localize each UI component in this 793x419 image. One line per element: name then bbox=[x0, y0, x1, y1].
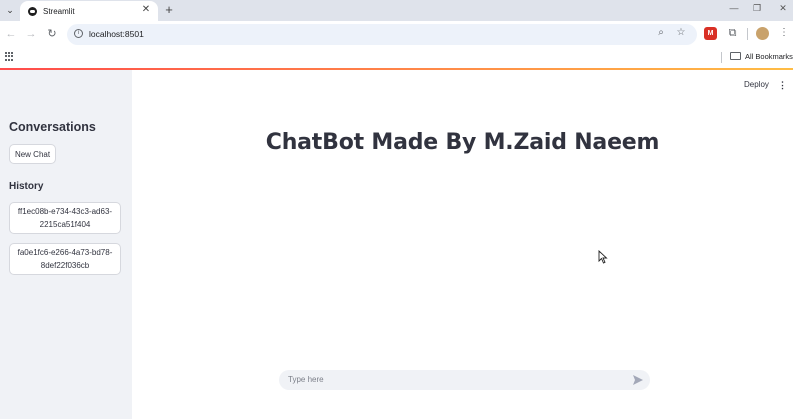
apps-icon[interactable] bbox=[5, 52, 14, 61]
zoom-icon[interactable]: ⌕ bbox=[654, 27, 668, 38]
folder-icon[interactable] bbox=[730, 52, 741, 60]
back-icon[interactable]: ← bbox=[4, 27, 18, 41]
sidebar-title: Conversations bbox=[9, 120, 96, 134]
history-item-button[interactable]: ff1ec08b-e734-43c3-ad63-2215ca51f404 bbox=[9, 202, 121, 234]
close-window-icon[interactable]: ✕ bbox=[776, 3, 790, 14]
bookmarks-bar: All Bookmarks bbox=[0, 48, 793, 68]
minimize-icon[interactable]: — bbox=[727, 3, 741, 13]
browser-toolbar: ← → ↻ i localhost:8501 ⌕ ☆ M ⧉ ⋮ bbox=[0, 21, 793, 48]
info-icon[interactable]: i bbox=[74, 29, 83, 38]
page-title: ChatBot Made By M.Zaid Naeem bbox=[265, 130, 660, 155]
chat-input[interactable]: Type here bbox=[279, 370, 650, 390]
all-bookmarks-link[interactable]: All Bookmarks bbox=[745, 52, 793, 61]
more-icon[interactable]: ⋮ bbox=[779, 27, 789, 38]
new-tab-button[interactable]: + bbox=[162, 2, 176, 17]
new-chat-button[interactable]: New Chat bbox=[9, 144, 56, 164]
deploy-button[interactable]: Deploy bbox=[744, 80, 769, 89]
mouse-cursor-icon bbox=[598, 250, 608, 264]
main-area: Deploy ⋮ ChatBot Made By M.Zaid Naeem Ty… bbox=[132, 70, 793, 419]
address-bar[interactable]: i localhost:8501 ⌕ ☆ bbox=[67, 24, 697, 45]
reload-icon[interactable]: ↻ bbox=[45, 27, 59, 41]
forward-icon[interactable]: → bbox=[24, 27, 38, 41]
history-item-button[interactable]: fa0e1fc6-e266-4a73-bd78-8def22f036cb bbox=[9, 243, 121, 275]
history-heading: History bbox=[9, 181, 44, 192]
tab-menu-icon[interactable]: ⌄ bbox=[3, 3, 17, 17]
restore-icon[interactable]: ❐ bbox=[750, 3, 764, 14]
main-menu-icon[interactable]: ⋮ bbox=[778, 80, 787, 91]
streamlit-favicon-icon bbox=[28, 6, 37, 16]
sidebar: Conversations New Chat History ff1ec08b-… bbox=[0, 70, 132, 419]
profile-avatar[interactable] bbox=[756, 27, 769, 40]
tab-title: Streamlit bbox=[43, 6, 75, 16]
toolbar-divider bbox=[747, 28, 748, 40]
chat-input-placeholder[interactable]: Type here bbox=[288, 375, 324, 384]
tab-strip: ⌄ Streamlit ✕ + — ❐ ✕ bbox=[0, 0, 793, 21]
star-icon[interactable]: ☆ bbox=[674, 27, 688, 38]
send-icon[interactable] bbox=[632, 374, 644, 386]
bookmarks-divider bbox=[721, 52, 722, 63]
browser-tab[interactable]: Streamlit ✕ bbox=[20, 1, 158, 21]
extension-icon[interactable]: M bbox=[704, 27, 717, 40]
close-tab-icon[interactable]: ✕ bbox=[140, 4, 152, 15]
url-text[interactable]: localhost:8501 bbox=[89, 29, 144, 39]
puzzle-icon[interactable]: ⧉ bbox=[726, 27, 739, 40]
